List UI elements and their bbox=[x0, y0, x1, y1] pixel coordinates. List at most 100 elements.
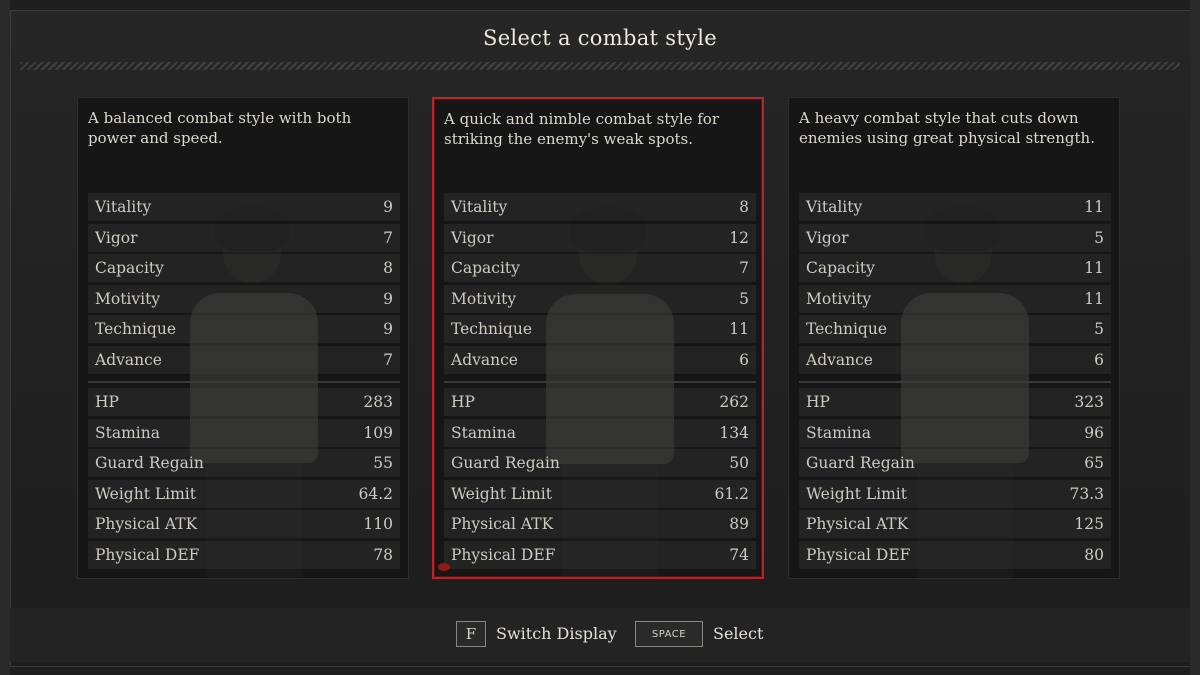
stat-value: 96 bbox=[1084, 423, 1104, 442]
style-description: A balanced combat style with both power … bbox=[88, 109, 352, 147]
stat-row: Weight Limit 64.2 bbox=[88, 479, 400, 508]
stat-label: Guard Regain bbox=[95, 454, 204, 472]
attribute-row: Vigor 12 bbox=[444, 223, 756, 252]
attribute-label: Vigor bbox=[95, 228, 138, 247]
attribute-value: 11 bbox=[1084, 198, 1104, 216]
stat-value: 125 bbox=[1074, 515, 1104, 533]
attribute-row: Vitality 11 bbox=[799, 193, 1111, 221]
stat-value: 80 bbox=[1084, 545, 1104, 564]
attribute-label: Technique bbox=[95, 320, 176, 338]
stat-label: Stamina bbox=[806, 423, 871, 442]
stat-row: Physical ATK 89 bbox=[444, 510, 756, 538]
switch-display-key[interactable]: F bbox=[456, 621, 486, 647]
attribute-value: 11 bbox=[1084, 289, 1104, 308]
attribute-label: Advance bbox=[95, 350, 162, 369]
stat-label: Physical ATK bbox=[806, 515, 909, 533]
stat-label: HP bbox=[451, 393, 475, 411]
section-divider bbox=[444, 381, 756, 383]
stat-label: Guard Regain bbox=[806, 454, 915, 472]
attribute-label: Vitality bbox=[95, 198, 152, 216]
attribute-value: 12 bbox=[729, 228, 749, 247]
stat-value: 78 bbox=[373, 545, 393, 564]
attribute-list: Vitality 9 Vigor 7 Capacity 8 Motivity 9 Tec… bbox=[88, 193, 400, 376]
attribute-value: 9 bbox=[383, 198, 393, 216]
left-edge bbox=[0, 0, 10, 675]
stat-row: Guard Regain 50 bbox=[444, 449, 756, 477]
page-title: Select a combat style bbox=[483, 26, 717, 50]
attribute-label: Capacity bbox=[451, 259, 520, 277]
stat-value: 89 bbox=[729, 515, 749, 533]
attribute-row: Motivity 11 bbox=[799, 284, 1111, 313]
stat-row: Physical DEF 74 bbox=[444, 540, 756, 569]
stat-value: 65 bbox=[1084, 454, 1104, 472]
stat-value: 50 bbox=[729, 454, 749, 472]
attribute-value: 11 bbox=[729, 320, 749, 338]
attribute-row: Capacity 8 bbox=[88, 254, 400, 282]
attribute-label: Vigor bbox=[451, 228, 494, 247]
stat-value: 110 bbox=[363, 515, 393, 533]
stat-row: Physical ATK 125 bbox=[799, 510, 1111, 538]
stat-label: HP bbox=[806, 393, 830, 411]
stat-value: 64.2 bbox=[358, 484, 393, 503]
attribute-label: Motivity bbox=[806, 289, 872, 308]
stat-label: HP bbox=[95, 393, 119, 411]
attribute-value: 7 bbox=[739, 259, 749, 277]
attribute-value: 9 bbox=[383, 289, 393, 308]
attribute-row: Motivity 5 bbox=[444, 284, 756, 313]
attribute-label: Motivity bbox=[95, 289, 161, 308]
attribute-value: 7 bbox=[383, 350, 393, 369]
section-divider bbox=[88, 381, 400, 383]
attribute-label: Capacity bbox=[95, 259, 164, 277]
blood-splatter-decoration bbox=[438, 563, 450, 571]
stat-value: 262 bbox=[719, 393, 749, 411]
switch-display-button[interactable]: Switch Display bbox=[496, 624, 617, 643]
stat-value: 134 bbox=[719, 423, 749, 442]
stat-list: HP 262 Stamina 134 Guard Regain 50 Weight L… bbox=[444, 388, 756, 571]
attribute-row: Vitality 8 bbox=[444, 193, 756, 221]
attribute-row: Vigor 5 bbox=[799, 223, 1111, 252]
stat-row: HP 323 bbox=[799, 388, 1111, 416]
stat-row: Stamina 109 bbox=[88, 418, 400, 447]
attribute-value: 7 bbox=[383, 228, 393, 247]
stat-value: 323 bbox=[1074, 393, 1104, 411]
attribute-value: 9 bbox=[383, 320, 393, 338]
title-divider bbox=[20, 62, 1180, 70]
attribute-row: Advance 7 bbox=[88, 345, 400, 374]
stat-label: Stamina bbox=[95, 423, 160, 442]
stat-row: Weight Limit 61.2 bbox=[444, 479, 756, 508]
right-edge bbox=[1190, 0, 1200, 675]
combat-style-card-nimble[interactable]: A quick and nimble combat style for stri… bbox=[432, 97, 764, 579]
section-divider bbox=[799, 381, 1111, 383]
stat-label: Stamina bbox=[451, 423, 516, 442]
stat-list: HP 323 Stamina 96 Guard Regain 65 Weight Li… bbox=[799, 388, 1111, 571]
stat-value: 55 bbox=[373, 454, 393, 472]
attribute-value: 5 bbox=[739, 289, 749, 308]
attribute-row: Advance 6 bbox=[799, 345, 1111, 374]
stat-row: HP 262 bbox=[444, 388, 756, 416]
combat-style-card-heavy[interactable]: A heavy combat style that cuts down enem… bbox=[788, 97, 1120, 579]
attribute-label: Advance bbox=[451, 350, 518, 369]
stat-row: Physical ATK 110 bbox=[88, 510, 400, 538]
stat-row: Guard Regain 65 bbox=[799, 449, 1111, 477]
stat-label: Physical DEF bbox=[806, 545, 911, 564]
attribute-value: 5 bbox=[1094, 228, 1104, 247]
stat-label: Weight Limit bbox=[451, 484, 552, 503]
stat-row: HP 283 bbox=[88, 388, 400, 416]
attribute-row: Technique 5 bbox=[799, 315, 1111, 343]
stat-row: Stamina 134 bbox=[444, 418, 756, 447]
attribute-label: Vitality bbox=[806, 198, 863, 216]
stat-row: Physical DEF 78 bbox=[88, 540, 400, 569]
select-button[interactable]: Select bbox=[713, 624, 763, 643]
attribute-row: Technique 11 bbox=[444, 315, 756, 343]
attribute-label: Capacity bbox=[806, 259, 875, 277]
attribute-list: Vitality 11 Vigor 5 Capacity 11 Motivity 11 … bbox=[799, 193, 1111, 376]
stat-value: 73.3 bbox=[1069, 484, 1104, 503]
combat-style-card-balanced[interactable]: A balanced combat style with both power … bbox=[77, 97, 409, 579]
select-key[interactable]: SPACE bbox=[635, 621, 703, 647]
stat-row: Physical DEF 80 bbox=[799, 540, 1111, 569]
attribute-row: Capacity 7 bbox=[444, 254, 756, 282]
attribute-label: Motivity bbox=[451, 289, 517, 308]
stat-value: 109 bbox=[363, 423, 393, 442]
attribute-row: Vitality 9 bbox=[88, 193, 400, 221]
attribute-row: Vigor 7 bbox=[88, 223, 400, 252]
